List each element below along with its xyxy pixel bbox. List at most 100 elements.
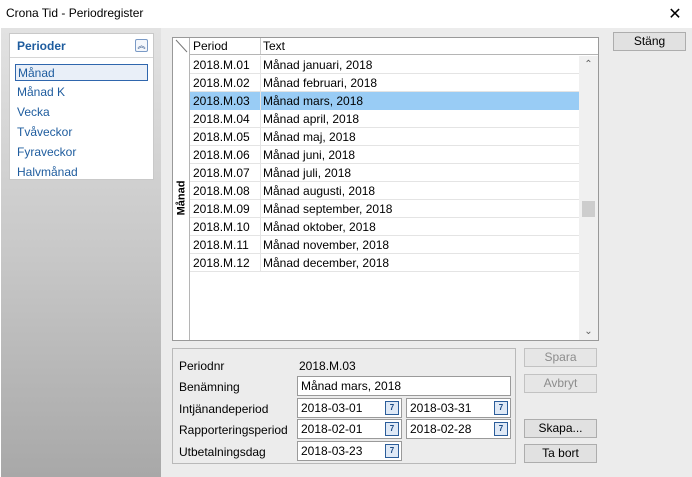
rapportering-to-value: 2018-02-28	[410, 422, 472, 436]
period-cell: 2018.M.05	[193, 130, 250, 144]
periods-panel-title: Perioder	[17, 39, 66, 53]
text-cell: Månad juni, 2018	[263, 148, 356, 162]
text-cell: Månad november, 2018	[263, 238, 390, 252]
intjanande-from-field[interactable]: 2018-03-01 7	[297, 398, 402, 418]
cancel-button[interactable]: Avbryt	[524, 374, 597, 393]
sidebar-item-halvmanad[interactable]: Halvmånad	[15, 164, 148, 181]
cell-separator	[260, 92, 261, 110]
cell-separator	[260, 128, 261, 146]
period-cell: 2018.M.09	[193, 202, 250, 216]
calendar-icon[interactable]: 7	[385, 401, 399, 415]
text-cell: Månad december, 2018	[263, 256, 390, 270]
rapportering-from-field[interactable]: 2018-02-01 7	[297, 419, 402, 439]
grid-header: Period Text	[190, 38, 598, 55]
sidebar-item-vecka[interactable]: Vecka	[15, 104, 148, 121]
cell-separator	[260, 200, 261, 218]
intjanande-to-field[interactable]: 2018-03-31 7	[406, 398, 511, 418]
table-row[interactable]: 2018.M.05 Månad maj, 2018	[190, 128, 579, 146]
table-row[interactable]: 2018.M.10 Månad oktober, 2018	[190, 218, 579, 236]
grid-scrollbar[interactable]: ⌃ ⌄	[579, 56, 598, 340]
periods-panel: Perioder ︽ Månad Månad K Vecka Tvåveckor…	[9, 33, 154, 180]
table-row[interactable]: 2018.M.03 Månad mars, 2018	[190, 92, 579, 110]
table-row[interactable]: 2018.M.11 Månad november, 2018	[190, 236, 579, 254]
grid-side-tab: Månad	[173, 38, 190, 340]
period-grid: Månad Period Text 2018.M.01 Månad januari…	[172, 37, 599, 341]
sidebar-item-tvaveckor[interactable]: Tvåveckor	[15, 124, 148, 141]
period-cell: 2018.M.07	[193, 166, 250, 180]
table-row[interactable]: 2018.M.07 Månad juli, 2018	[190, 164, 579, 182]
table-row[interactable]: 2018.M.04 Månad april, 2018	[190, 110, 579, 128]
scroll-down-icon[interactable]: ⌄	[579, 323, 598, 340]
rapportering-label: Rapporteringsperiod	[179, 423, 288, 437]
text-cell: Månad januari, 2018	[263, 58, 373, 72]
table-row[interactable]: 2018.M.01 Månad januari, 2018	[190, 56, 579, 74]
period-cell: 2018.M.04	[193, 112, 250, 126]
period-cell: 2018.M.10	[193, 220, 250, 234]
rapportering-from-value: 2018-02-01	[301, 422, 363, 436]
cell-separator	[260, 182, 261, 200]
intjanande-to-value: 2018-03-31	[410, 401, 472, 415]
benamning-label: Benämning	[179, 380, 240, 394]
text-cell: Månad maj, 2018	[263, 130, 356, 144]
grid-corner-icon	[175, 39, 188, 53]
period-cell: 2018.M.11	[193, 238, 249, 252]
sidebar-item-fyraveckor[interactable]: Fyraveckor	[15, 144, 148, 161]
scroll-up-icon[interactable]: ⌃	[579, 56, 598, 73]
table-row[interactable]: 2018.M.02 Månad februari, 2018	[190, 74, 579, 92]
text-cell: Månad april, 2018	[263, 112, 360, 126]
table-row[interactable]: 2018.M.09 Månad september, 2018	[190, 200, 579, 218]
period-cell: 2018.M.12	[193, 256, 250, 270]
title-bar: Crona Tid - Periodregister ✕	[0, 0, 692, 27]
rapportering-to-field[interactable]: 2018-02-28 7	[406, 419, 511, 439]
close-button[interactable]: Stäng	[613, 32, 686, 51]
table-row[interactable]: 2018.M.08 Månad augusti, 2018	[190, 182, 579, 200]
cell-separator	[260, 110, 261, 128]
column-header-period[interactable]: Period	[193, 39, 228, 53]
grid-side-label: Månad	[173, 178, 190, 218]
utbetalning-value: 2018-03-23	[301, 444, 363, 458]
text-cell: Månad september, 2018	[263, 202, 393, 216]
cell-separator	[260, 74, 261, 92]
intjanande-from-value: 2018-03-01	[301, 401, 363, 415]
benamning-field[interactable]: Månad mars, 2018	[297, 376, 511, 396]
cell-separator	[260, 164, 261, 182]
period-cell: 2018.M.08	[193, 184, 250, 198]
sidebar-item-manad[interactable]: Månad	[15, 64, 148, 81]
period-cell: 2018.M.03	[193, 94, 250, 108]
calendar-icon[interactable]: 7	[385, 422, 399, 436]
cell-separator	[260, 56, 261, 74]
column-header-text[interactable]: Text	[263, 39, 285, 53]
period-cell: 2018.M.06	[193, 148, 250, 162]
cell-separator	[260, 236, 261, 254]
calendar-icon[interactable]: 7	[494, 422, 508, 436]
calendar-icon[interactable]: 7	[494, 401, 508, 415]
column-separator[interactable]	[260, 38, 261, 54]
scroll-thumb[interactable]	[582, 201, 595, 217]
sidebar-item-manad-k[interactable]: Månad K	[15, 84, 148, 101]
save-button[interactable]: Spara	[524, 348, 597, 367]
main-content: Månad Period Text 2018.M.01 Månad januari…	[161, 28, 607, 477]
cell-separator	[260, 146, 261, 164]
table-row[interactable]: 2018.M.06 Månad juni, 2018	[190, 146, 579, 164]
grid-rows: 2018.M.01 Månad januari, 2018 2018.M.02 Mån…	[190, 56, 579, 272]
sidebar: Perioder ︽ Månad Månad K Vecka Tvåveckor…	[1, 28, 161, 477]
delete-button[interactable]: Ta bort	[524, 444, 597, 463]
close-icon[interactable]: ✕	[658, 0, 692, 27]
period-cell: 2018.M.02	[193, 76, 250, 90]
periodnr-label: Periodnr	[179, 359, 225, 373]
text-cell: Månad augusti, 2018	[263, 184, 376, 198]
period-form: Periodnr 2018.M.03 Benämning Månad mars,…	[172, 348, 516, 464]
text-cell: Månad mars, 2018	[263, 94, 364, 108]
window-title: Crona Tid - Periodregister	[6, 6, 144, 20]
cell-separator	[260, 218, 261, 236]
utbetalning-field[interactable]: 2018-03-23 7	[297, 441, 402, 461]
collapse-icon[interactable]: ︽	[135, 39, 148, 52]
text-cell: Månad oktober, 2018	[263, 220, 376, 234]
cell-separator	[260, 254, 261, 272]
table-row[interactable]: 2018.M.12 Månad december, 2018	[190, 254, 579, 272]
calendar-icon[interactable]: 7	[385, 444, 399, 458]
create-button[interactable]: Skapa...	[524, 419, 597, 438]
intjanande-label: Intjänandeperiod	[179, 402, 269, 416]
right-column: Stäng	[607, 28, 692, 477]
utbetalning-label: Utbetalningsdag	[179, 445, 266, 459]
